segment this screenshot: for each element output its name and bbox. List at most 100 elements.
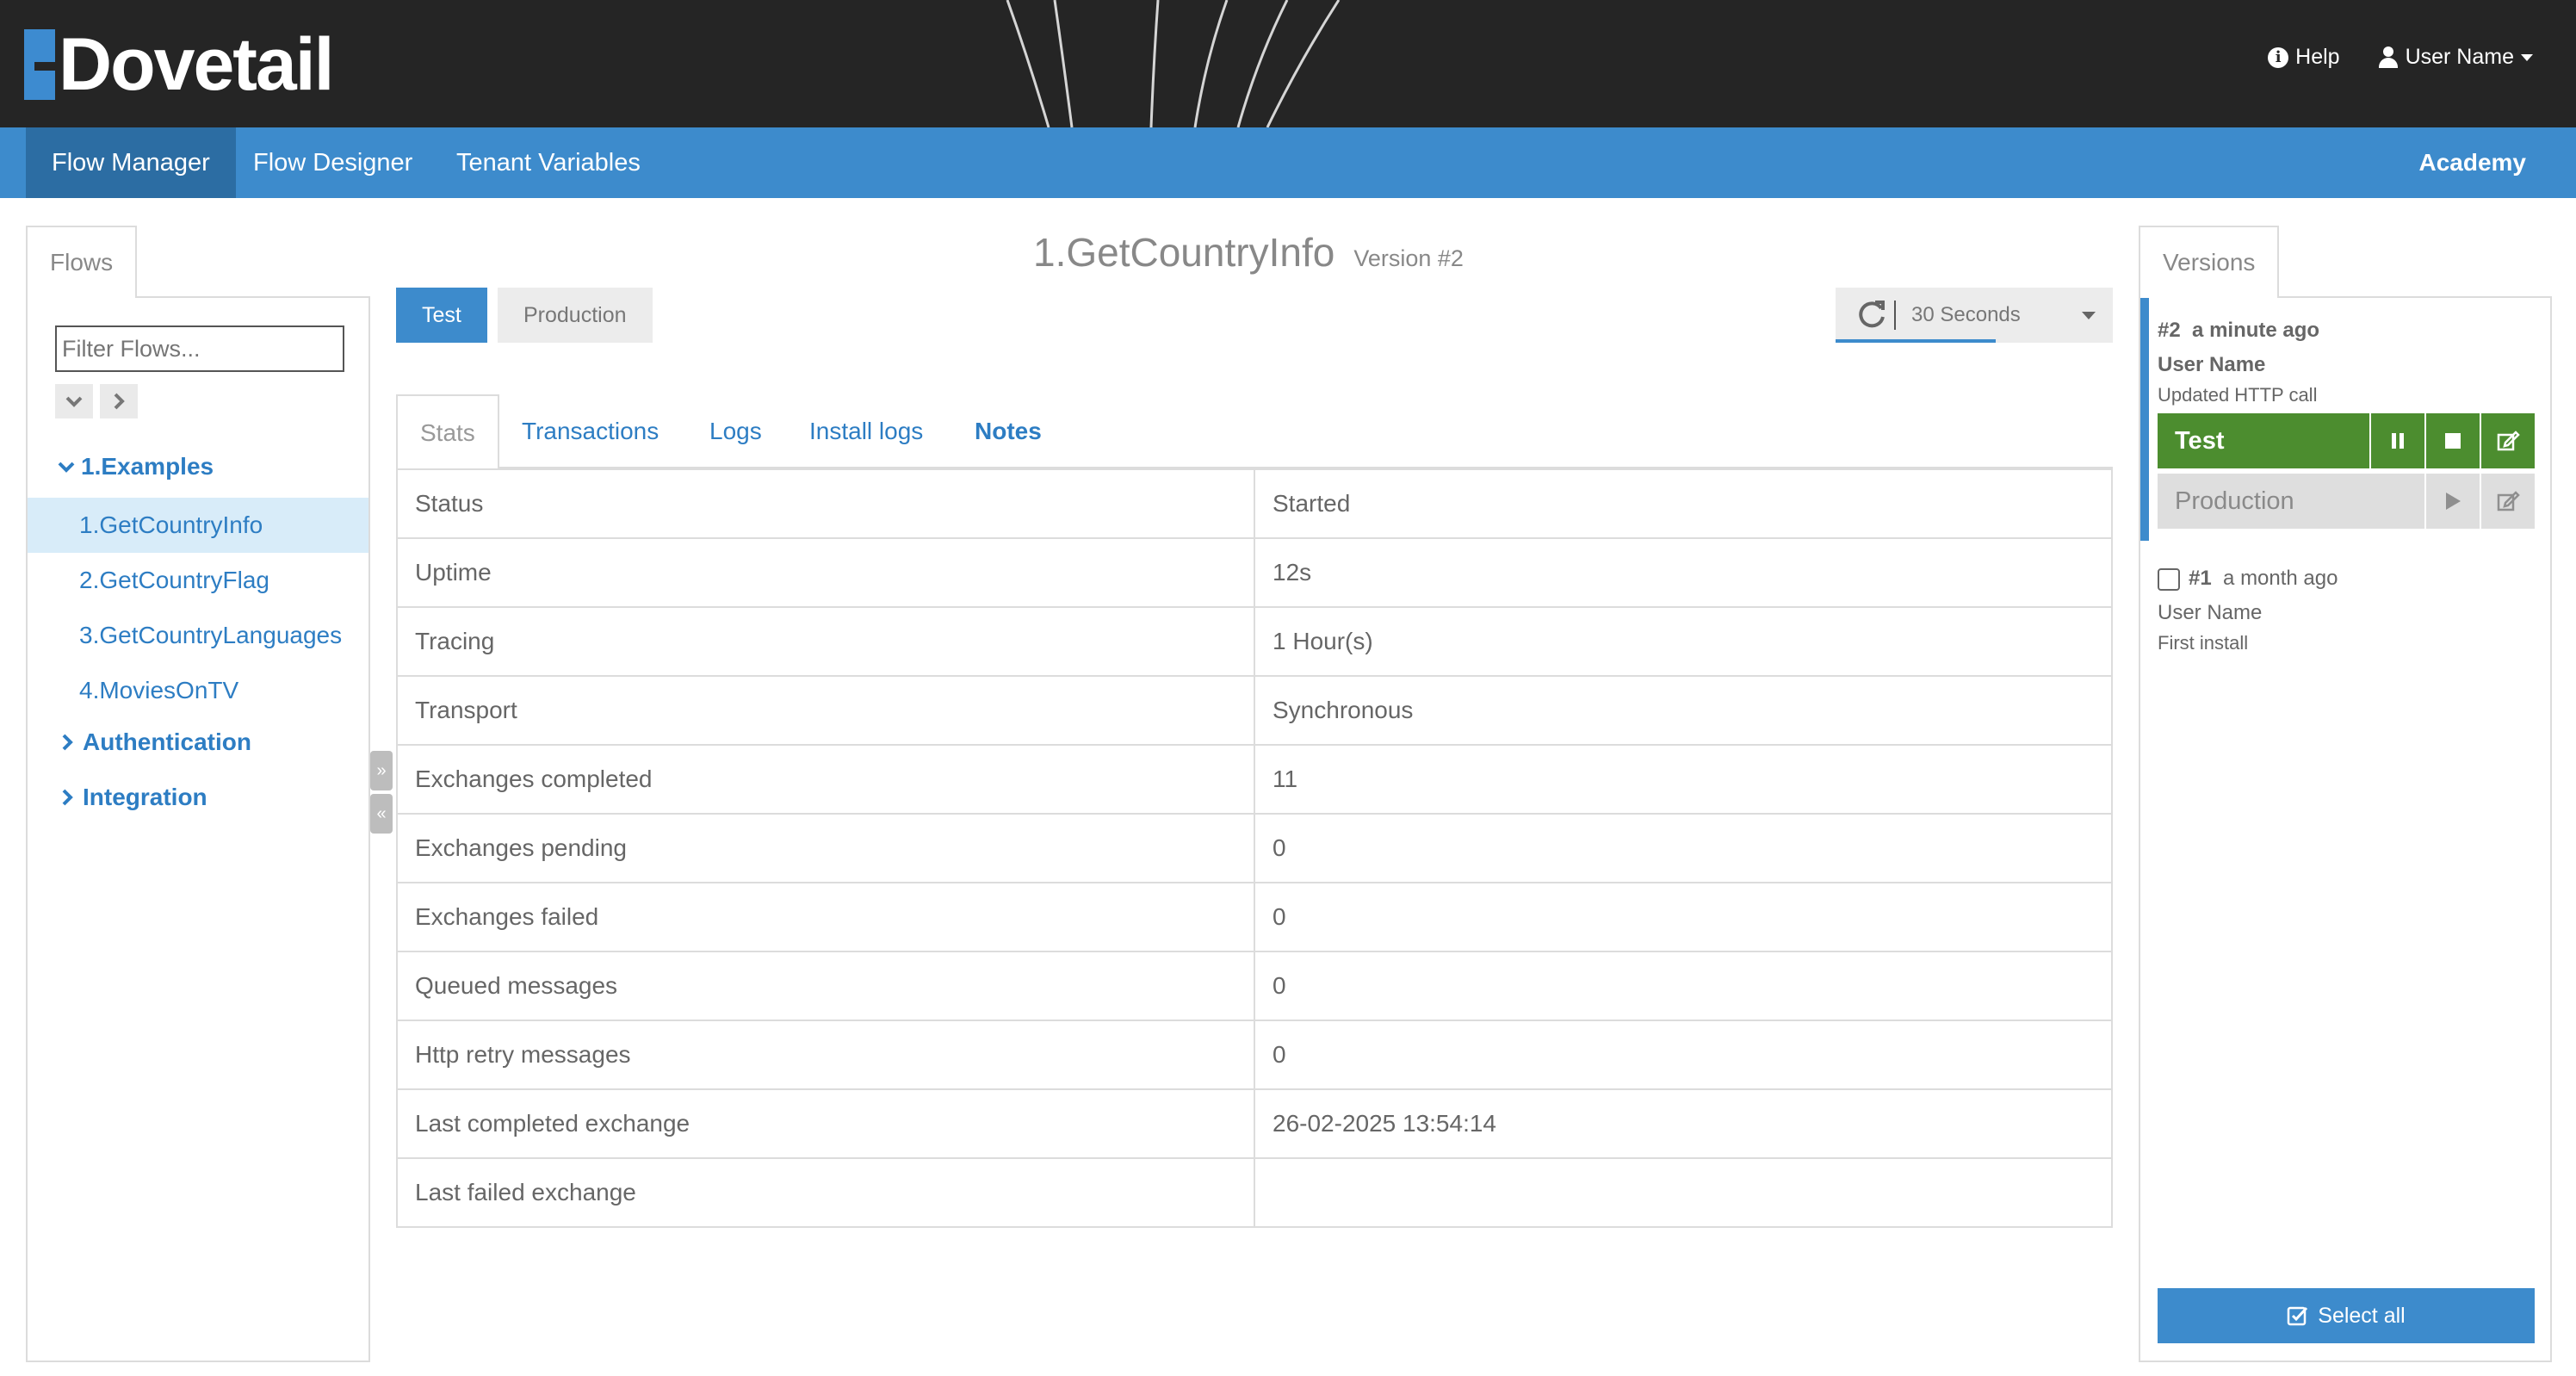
tree-item-getcountrylanguages[interactable]: 3.GetCountryLanguages	[28, 608, 368, 663]
active-version-stripe	[2140, 298, 2149, 541]
collapse-all-button[interactable]	[100, 384, 138, 418]
flows-panel: Flows 1.Examples 1.GetCountryInfo 2.GetC…	[26, 226, 370, 1362]
nav-tenant-variables[interactable]: Tenant Variables	[430, 127, 666, 198]
stat-label: Exchanges pending	[396, 813, 1255, 883]
version-label: Version #2	[1353, 245, 1464, 271]
table-row: Last failed exchange	[396, 1157, 2113, 1228]
detail-tabs: Stats Transactions Logs Install logs Not…	[396, 394, 2113, 470]
table-row: Exchanges pending 0	[396, 813, 2113, 883]
nav-academy[interactable]: Academy	[2418, 127, 2526, 198]
play-icon	[2446, 493, 2461, 510]
table-row: Status Started	[396, 468, 2113, 539]
version-note: First install	[2158, 632, 2249, 654]
tab-notes[interactable]: Notes	[952, 394, 1064, 468]
stat-value: 1 Hour(s)	[1254, 606, 2113, 677]
main-nav: Flow Manager Flow Designer Tenant Variab…	[0, 127, 2576, 198]
edit-production-button[interactable]	[2480, 474, 2535, 529]
stat-label: Status	[396, 468, 1255, 539]
select-all-button[interactable]: Select all	[2158, 1288, 2535, 1343]
stat-value: 12s	[1254, 537, 2113, 608]
env-production-button[interactable]: Production	[498, 288, 653, 343]
page-title: 1.GetCountryInfo Version #2	[1033, 229, 1464, 276]
help-label: Help	[2295, 45, 2340, 69]
tab-logs[interactable]: Logs	[687, 394, 784, 468]
stat-value: 0	[1254, 882, 2113, 952]
user-menu[interactable]: User Name	[2378, 45, 2533, 70]
user-icon	[2378, 46, 2399, 69]
caret-down-icon	[2521, 53, 2533, 61]
stat-label: Exchanges failed	[396, 882, 1255, 952]
check-square-icon	[2288, 1306, 2308, 1326]
table-row: Http retry messages 0	[396, 1020, 2113, 1090]
expand-all-button[interactable]	[55, 384, 93, 418]
refresh-progress	[1836, 339, 1996, 343]
tab-install-logs[interactable]: Install logs	[787, 394, 945, 468]
select-all-label: Select all	[2318, 1303, 2406, 1328]
flows-tab[interactable]: Flows	[26, 226, 138, 298]
collapse-sidebar-handle[interactable]: «	[370, 794, 393, 834]
refresh-control[interactable]: 30 Seconds	[1836, 288, 2113, 343]
env-test-button[interactable]: Test	[396, 288, 487, 343]
nav-flow-designer[interactable]: Flow Designer	[227, 127, 438, 198]
version-note: Updated HTTP call	[2158, 384, 2318, 406]
user-name: User Name	[2405, 45, 2514, 69]
stop-icon	[2445, 433, 2461, 449]
refresh-separator	[1894, 301, 1896, 330]
tab-stats[interactable]: Stats	[396, 394, 499, 470]
stat-label: Transport	[396, 675, 1255, 746]
refresh-interval-select[interactable]: 30 Seconds	[1911, 303, 2021, 327]
app-logo[interactable]: Dovetail	[24, 23, 335, 106]
chevron-right-icon	[62, 734, 73, 751]
version-env-production: Production	[2158, 474, 2535, 529]
stat-label: Last completed exchange	[396, 1088, 1255, 1159]
stat-value: 0	[1254, 813, 2113, 883]
table-row: Last completed exchange 26-02-2025 13:54:…	[396, 1088, 2113, 1159]
env-name: Test	[2175, 427, 2225, 455]
version-checkbox[interactable]	[2158, 568, 2180, 591]
stat-value: Started	[1254, 468, 2113, 539]
table-row: Queued messages 0	[396, 951, 2113, 1021]
table-row: Exchanges completed 11	[396, 744, 2113, 815]
logo-mark	[24, 29, 55, 100]
expand-sidebar-handle[interactable]: »	[370, 751, 393, 790]
stat-value: Synchronous	[1254, 675, 2113, 746]
tree-item-getcountryinfo[interactable]: 1.GetCountryInfo	[28, 498, 368, 553]
tree-group-examples[interactable]: 1.Examples	[57, 453, 214, 480]
edit-test-button[interactable]	[2480, 413, 2535, 468]
version-number: #2	[2158, 319, 2181, 342]
tree-group-authentication[interactable]: Authentication	[57, 728, 251, 756]
flows-panel-body: 1.Examples 1.GetCountryInfo 2.GetCountry…	[26, 296, 370, 1362]
logo-text: Dovetail	[59, 23, 335, 106]
edit-icon	[2497, 431, 2520, 451]
nav-flow-manager[interactable]: Flow Manager	[26, 127, 236, 198]
refresh-icon[interactable]	[1855, 298, 1889, 332]
version-header: #1 a month ago	[2189, 567, 2338, 591]
chevron-down-icon	[58, 462, 75, 473]
version-header: #2 a minute ago	[2158, 319, 2319, 343]
tree-group-integration[interactable]: Integration	[57, 784, 207, 811]
stat-label: Uptime	[396, 537, 1255, 608]
play-button[interactable]	[2424, 474, 2480, 529]
tree-item-getcountryflag[interactable]: 2.GetCountryFlag	[28, 553, 368, 608]
version-user: User Name	[2158, 353, 2266, 376]
tree-item-moviesontv[interactable]: 4.MoviesOnTV	[28, 663, 368, 718]
version-number: #1	[2189, 567, 2212, 590]
pause-button[interactable]	[2369, 413, 2424, 468]
stat-label: Exchanges completed	[396, 744, 1255, 815]
tab-transactions[interactable]: Transactions	[499, 394, 681, 468]
edit-icon	[2497, 491, 2520, 511]
table-row: Transport Synchronous	[396, 675, 2113, 746]
version-item-2[interactable]: #2 a minute ago User Name Updated HTTP c…	[2140, 298, 2550, 541]
pause-icon	[2392, 433, 2404, 449]
stop-button[interactable]	[2424, 413, 2480, 468]
chevron-down-icon	[65, 396, 83, 407]
help-link[interactable]: i Help	[2268, 45, 2340, 70]
tree-group-label: Integration	[83, 784, 207, 810]
versions-tab[interactable]: Versions	[2139, 226, 2280, 298]
stat-value: 26-02-2025 13:54:14	[1254, 1088, 2113, 1159]
top-header: Dovetail i Help User Name	[0, 0, 2576, 127]
tree-group-label: 1.Examples	[81, 453, 214, 480]
chevron-right-icon	[62, 789, 73, 806]
filter-flows-input[interactable]	[55, 325, 344, 372]
header-decoration	[1006, 0, 1341, 127]
